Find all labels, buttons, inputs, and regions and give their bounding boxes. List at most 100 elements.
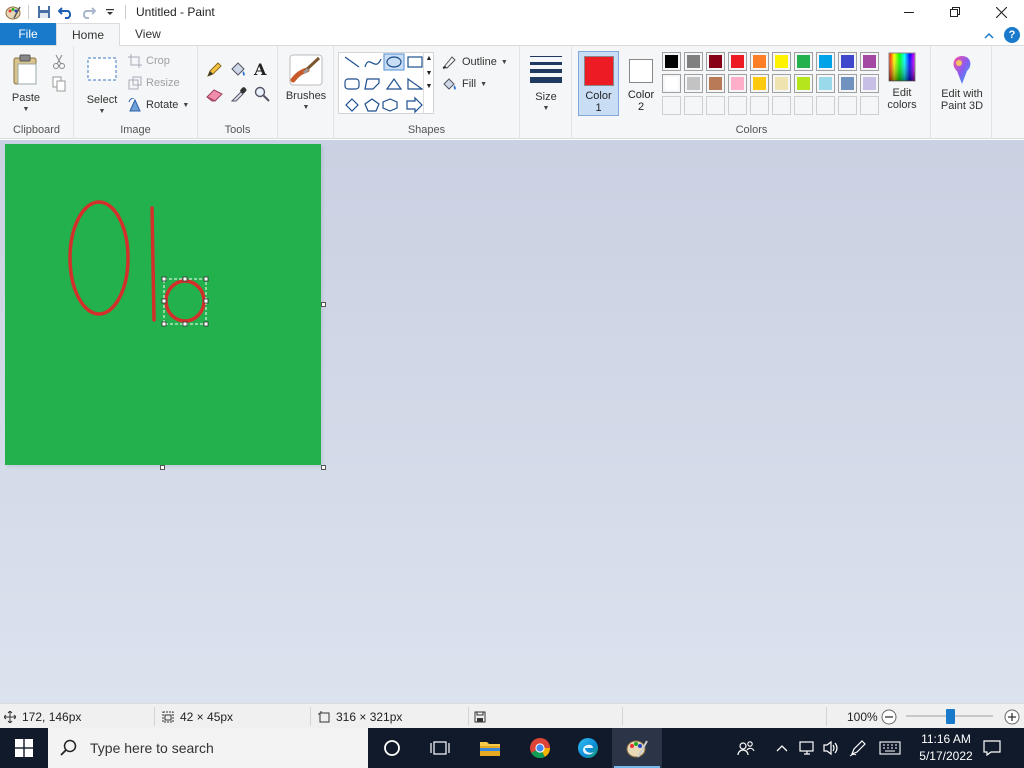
- palette-swatch-empty[interactable]: [662, 96, 681, 115]
- group-shapes: ▲ ▼ ▼ Outline ▼ Fill ▼ Shapes: [334, 46, 520, 139]
- show-hidden-icons-button[interactable]: [774, 728, 790, 768]
- palette-swatch[interactable]: [838, 74, 857, 93]
- palette-swatch[interactable]: [816, 52, 835, 71]
- save-icon[interactable]: [33, 1, 55, 23]
- edit-with-paint3d-button[interactable]: Edit with Paint 3D: [934, 54, 990, 112]
- file-explorer-button[interactable]: [466, 728, 514, 768]
- resize-button[interactable]: Resize: [128, 73, 180, 93]
- palette-swatch[interactable]: [728, 74, 747, 93]
- fill-bucket-icon[interactable]: [229, 62, 247, 81]
- help-icon[interactable]: ?: [1004, 27, 1020, 43]
- palette-swatch-empty[interactable]: [750, 96, 769, 115]
- copy-icon[interactable]: [52, 76, 66, 95]
- restore-button[interactable]: [932, 0, 978, 24]
- drawing-canvas[interactable]: [5, 144, 321, 465]
- size-button[interactable]: Size ▼: [528, 54, 564, 115]
- volume-button[interactable]: [820, 728, 842, 768]
- palette-swatch[interactable]: [662, 74, 681, 93]
- select-button[interactable]: Select ▼: [82, 56, 122, 118]
- color-picker-icon[interactable]: [230, 86, 247, 105]
- palette-swatch[interactable]: [860, 74, 879, 93]
- cut-icon[interactable]: [52, 54, 66, 73]
- text-tool-icon[interactable]: A: [254, 60, 266, 79]
- palette-swatch[interactable]: [750, 74, 769, 93]
- edge-icon: [578, 738, 598, 758]
- palette-swatch[interactable]: [706, 74, 725, 93]
- diamond-shape-icon: [345, 98, 359, 112]
- palette-swatch[interactable]: [750, 52, 769, 71]
- palette-swatch-empty[interactable]: [794, 96, 813, 115]
- palette-swatch-empty[interactable]: [772, 96, 791, 115]
- size-label: Size: [535, 91, 557, 103]
- redo-icon[interactable]: [77, 1, 99, 23]
- collapse-ribbon-chevron-icon[interactable]: [984, 28, 994, 43]
- start-button[interactable]: [0, 728, 48, 768]
- palette-swatch[interactable]: [684, 74, 703, 93]
- palette-swatch[interactable]: [706, 52, 725, 71]
- palette-swatch-empty[interactable]: [816, 96, 835, 115]
- touch-keyboard-button[interactable]: [876, 728, 904, 768]
- palette-swatch-empty[interactable]: [860, 96, 879, 115]
- palette-swatch[interactable]: [772, 52, 791, 71]
- palette-swatch[interactable]: [794, 52, 813, 71]
- palette-swatch[interactable]: [684, 52, 703, 71]
- shapes-scrollbar[interactable]: ▲ ▼ ▼: [423, 52, 434, 114]
- undo-icon[interactable]: [55, 1, 77, 23]
- brushes-button[interactable]: Brushes ▼: [286, 54, 326, 114]
- minimize-button[interactable]: [886, 0, 932, 24]
- palette-swatch-empty[interactable]: [728, 96, 747, 115]
- edit-colors-button[interactable]: Edit colors: [882, 52, 922, 111]
- action-center-button[interactable]: [978, 728, 1006, 768]
- zoom-out-button[interactable]: [881, 704, 897, 729]
- rotate-button[interactable]: Rotate ▼: [128, 95, 189, 115]
- tab-view[interactable]: View: [120, 23, 176, 45]
- edge-button[interactable]: [564, 728, 612, 768]
- palette-swatch[interactable]: [838, 52, 857, 71]
- people-button[interactable]: [734, 728, 758, 768]
- palette-swatch[interactable]: [728, 52, 747, 71]
- palette-swatch-empty[interactable]: [684, 96, 703, 115]
- crop-button[interactable]: Crop: [128, 51, 170, 71]
- canvas-resize-handle-right[interactable]: [321, 302, 326, 307]
- palette-swatch[interactable]: [816, 74, 835, 93]
- tab-home[interactable]: Home: [56, 23, 121, 46]
- fill-button[interactable]: Fill ▼: [442, 74, 487, 94]
- curve-shape-icon: [364, 58, 382, 68]
- cortana-icon: [384, 740, 400, 756]
- select-label: Select: [86, 94, 118, 106]
- close-button[interactable]: [978, 0, 1024, 24]
- outline-button[interactable]: Outline ▼: [442, 52, 508, 72]
- canvas-resize-handle-bottom[interactable]: [160, 465, 165, 470]
- paint-taskbar-button[interactable]: [612, 728, 662, 768]
- pencil-icon[interactable]: [206, 62, 222, 81]
- zoom-slider-thumb[interactable]: [946, 709, 955, 724]
- color1-number: 1: [595, 102, 602, 114]
- chrome-button[interactable]: [516, 728, 564, 768]
- magnifier-icon[interactable]: [254, 86, 270, 105]
- canvas-workspace[interactable]: [0, 140, 1024, 703]
- zoom-in-button[interactable]: [1004, 704, 1020, 729]
- palette-swatch[interactable]: [794, 74, 813, 93]
- paint-icon: [626, 740, 648, 758]
- palette-swatch[interactable]: [772, 74, 791, 93]
- palette-swatch[interactable]: [662, 52, 681, 71]
- palette-swatch[interactable]: [860, 52, 879, 71]
- canvas-resize-handle-corner[interactable]: [321, 465, 326, 470]
- disk-icon: [474, 711, 486, 722]
- pen-workspace-button[interactable]: [846, 728, 870, 768]
- paint-app-icon[interactable]: [2, 1, 24, 23]
- palette-swatch-empty[interactable]: [838, 96, 857, 115]
- drawn-zero-shape: [68, 200, 130, 316]
- eraser-icon[interactable]: [206, 88, 224, 105]
- task-view-button[interactable]: [416, 728, 464, 768]
- tab-file[interactable]: File: [0, 23, 56, 45]
- paste-button[interactable]: Paste ▼: [6, 54, 46, 116]
- network-button[interactable]: [796, 728, 820, 768]
- color2-button[interactable]: Color 2: [622, 51, 660, 116]
- palette-swatch-empty[interactable]: [706, 96, 725, 115]
- customize-qat-chevron-icon[interactable]: [99, 1, 121, 23]
- taskbar-clock[interactable]: 11:16 AM 5/17/2022: [914, 731, 978, 765]
- cortana-button[interactable]: [368, 728, 416, 768]
- color1-button[interactable]: Color 1: [578, 51, 619, 116]
- taskbar-search-box[interactable]: Type here to search: [48, 728, 368, 768]
